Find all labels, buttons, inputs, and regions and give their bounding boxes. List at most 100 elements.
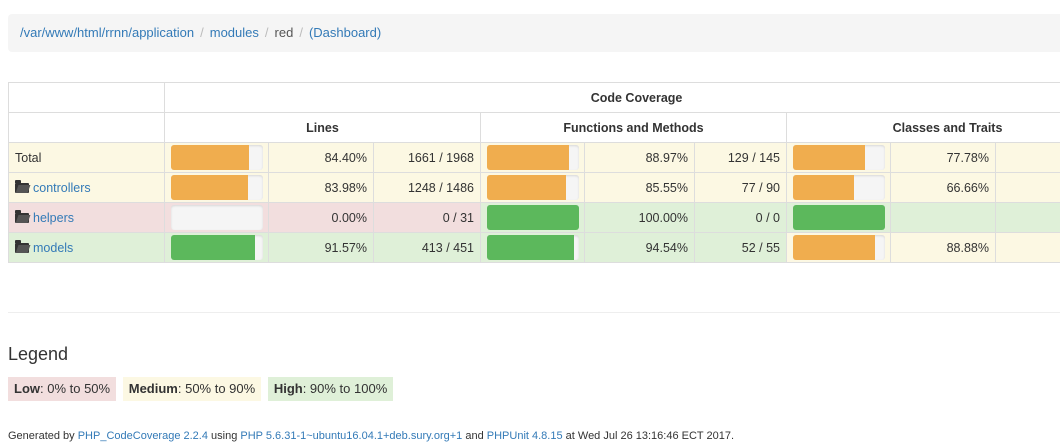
row-name-cell: helpers xyxy=(8,202,165,233)
breadcrumb-separator: / xyxy=(200,25,204,40)
lines-progress-fill xyxy=(171,235,256,260)
row-name-cell: models xyxy=(8,232,165,263)
classes-count: 14 / 18 xyxy=(994,142,1060,173)
lines-bar-cell xyxy=(164,202,269,233)
folder-open-icon xyxy=(15,239,29,253)
functions-percent: 85.55% xyxy=(584,172,695,203)
functions-bar-cell xyxy=(480,202,585,233)
header-empty-cell xyxy=(8,112,165,143)
functions-progress-fill xyxy=(487,145,569,170)
legend-high-label: High xyxy=(273,381,303,396)
legend-medium-range: : 50% to 90% xyxy=(177,381,256,396)
legend-low: Low: 0% to 50% xyxy=(8,377,117,401)
breadcrumb: /var/www/html/rrnn/application / modules / r… xyxy=(8,14,1060,52)
folder-open-icon xyxy=(15,179,29,193)
classes-progress-bar xyxy=(793,175,885,200)
lines-bar-cell xyxy=(164,172,269,203)
classes-bar-cell xyxy=(786,172,891,203)
functions-count: 129 / 145 xyxy=(694,142,787,173)
functions-progress-bar xyxy=(487,235,579,260)
classes-bar-cell xyxy=(786,232,891,263)
footer-prefix: Generated by xyxy=(8,430,78,442)
footer-using: using xyxy=(207,430,241,442)
classes-progress-fill xyxy=(793,235,875,260)
footer-link-phpunit[interactable]: PHPUnit 4.8.15 xyxy=(487,430,563,442)
classes-count: 6 / 9 xyxy=(994,172,1060,203)
header-empty-cell xyxy=(8,82,165,113)
lines-progress-fill xyxy=(171,145,249,170)
lines-count: 1248 / 1486 xyxy=(373,172,481,203)
breadcrumb-link-application[interactable]: /var/www/html/rrnn/application xyxy=(20,25,194,40)
lines-count: 0 / 31 xyxy=(373,202,481,233)
classes-progress-fill xyxy=(793,205,885,230)
functions-bar-cell xyxy=(480,142,585,173)
row-name-link[interactable]: controllers xyxy=(15,179,91,195)
breadcrumb-separator: / xyxy=(264,25,269,40)
lines-header: Lines xyxy=(164,112,481,143)
footer-and: and xyxy=(462,430,487,442)
lines-progress-bar xyxy=(171,235,263,260)
functions-percent: 100.00% xyxy=(584,202,695,233)
table-row: controllers 83.98% 1248 / 1486 85.55% 77 / 9… xyxy=(8,172,1060,203)
legend-title: Legend xyxy=(8,344,69,364)
breadcrumb-link-dashboard[interactable]: (Dashboard) xyxy=(309,25,381,40)
classes-progress-bar xyxy=(793,235,885,260)
row-name-link[interactable]: models xyxy=(15,239,74,255)
row-name-label: models xyxy=(33,240,74,255)
functions-progress-bar xyxy=(487,145,579,170)
lines-count: 1661 / 1968 xyxy=(373,142,481,173)
functions-count: 0 / 0 xyxy=(694,202,787,233)
footer-link-codecoverage[interactable]: PHP_CodeCoverage 2.2.4 xyxy=(78,430,208,442)
functions-progress-fill xyxy=(487,205,579,230)
row-name-cell: controllers xyxy=(8,172,165,203)
classes-percent: 77.78% xyxy=(890,142,996,173)
functions-progress-fill xyxy=(487,175,566,200)
classes-progress-bar xyxy=(793,145,885,170)
code-coverage-header: Code Coverage xyxy=(163,82,1060,113)
lines-progress-fill xyxy=(171,175,249,200)
legend-medium-label: Medium xyxy=(128,381,178,396)
lines-percent: 0.00% xyxy=(268,202,374,233)
table-row: Total 84.40% 1661 / 1968 88.97% 129 / 145 77.… xyxy=(8,142,1060,173)
functions-bar-cell xyxy=(480,172,585,203)
classes-count: 8 / 9 xyxy=(994,232,1060,263)
coverage-table: Code Coverage Lines Functions and Method… xyxy=(8,82,1060,263)
folder-open-icon xyxy=(15,209,29,223)
lines-bar-cell xyxy=(164,142,269,173)
classes-percent xyxy=(890,202,996,233)
classes-progress-fill xyxy=(793,175,855,200)
functions-progress-bar xyxy=(487,175,579,200)
breadcrumb-separator: / xyxy=(299,25,303,40)
classes-bar-cell xyxy=(786,202,891,233)
lines-progress-bar xyxy=(171,175,263,200)
row-name-cell: Total xyxy=(8,142,165,173)
row-name-label: helpers xyxy=(33,210,74,225)
legend-high-range: : 90% to 100% xyxy=(302,381,388,396)
lines-percent: 91.57% xyxy=(268,232,374,263)
breadcrumb-item-red: red xyxy=(274,25,294,40)
table-row: helpers0.00%0 / 31100.00%0 / 00 / 0 xyxy=(8,202,1060,233)
functions-progress-fill xyxy=(487,235,574,260)
breadcrumb-link-modules[interactable]: modules xyxy=(210,25,259,40)
row-name-link[interactable]: helpers xyxy=(15,209,74,225)
functions-count: 52 / 55 xyxy=(694,232,787,263)
classes-bar-cell xyxy=(786,142,891,173)
lines-bar-cell xyxy=(164,232,269,263)
lines-progress-bar xyxy=(171,145,263,170)
functions-count: 77 / 90 xyxy=(694,172,787,203)
lines-percent: 84.40% xyxy=(268,142,374,173)
functions-header: Functions and Methods xyxy=(480,112,787,143)
classes-percent: 88.88% xyxy=(890,232,996,263)
row-name-label: controllers xyxy=(33,180,91,195)
footer-link-php[interactable]: PHP 5.6.31-1~ubuntu16.04.1+deb.sury.org+… xyxy=(240,430,462,442)
functions-bar-cell xyxy=(480,232,585,263)
footer: Generated by PHP_CodeCoverage 2.2.4 usin… xyxy=(8,430,734,442)
legend: Low: 0% to 50% Medium: 50% to 90% High: … xyxy=(8,377,396,401)
classes-progress-fill xyxy=(793,145,865,170)
functions-percent: 94.54% xyxy=(584,232,695,263)
divider xyxy=(8,312,1060,313)
legend-medium: Medium: 50% to 90% xyxy=(122,377,262,401)
functions-percent: 88.97% xyxy=(584,142,695,173)
row-name-label: Total xyxy=(15,150,42,165)
classes-header: Classes and Traits xyxy=(785,112,1060,143)
